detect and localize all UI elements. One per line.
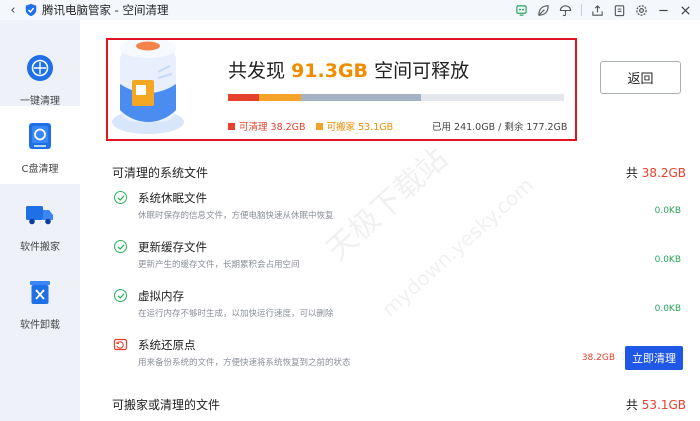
main-panel: 共发现 91.3GB 空间可释放 可清理 38.2GB 可搬家 53.1GB 已… bbox=[80, 20, 700, 421]
robot-icon[interactable] bbox=[513, 2, 530, 18]
sidebar-item-c-drive-clean[interactable]: C盘清理 bbox=[0, 106, 80, 184]
item-description: 休眠时保存的信息文件，方便电脑快速从休眠中恢复 bbox=[138, 211, 334, 221]
sidebar-item-software-move[interactable]: 软件搬家 bbox=[0, 184, 80, 262]
item-description: 用来备份系统的文件，方便快速将系统恢复到之前的状态 bbox=[138, 358, 351, 368]
usage-bar-segment bbox=[258, 94, 301, 101]
list-item-update-cache[interactable]: 更新缓存文件 更新产生的缓存文件，长期累积会占用空间 0.0KB bbox=[112, 240, 687, 286]
item-description: 在运行内存不够时生成，以加快运行速度，可以删除 bbox=[138, 309, 334, 319]
minimize-icon[interactable] bbox=[655, 2, 672, 18]
check-circle-icon bbox=[114, 240, 127, 253]
disk-usage-bar bbox=[228, 94, 564, 101]
back-arrow-icon[interactable]: ‹ bbox=[4, 3, 22, 18]
disk-usage-text: 已用 241.0GB / 剩余 177.2GB bbox=[432, 122, 568, 133]
hero-summary: 共发现 91.3GB 空间可释放 bbox=[228, 56, 469, 83]
sidebar: 一键清理 C盘清理 软件搬家 软件卸载 bbox=[0, 20, 80, 421]
legend-cleanable-label: 可清理 38.2GB bbox=[239, 122, 306, 133]
trash-bin-icon bbox=[24, 276, 56, 308]
item-size: 0.0KB bbox=[654, 304, 681, 314]
item-name: 系统休眠文件 bbox=[138, 191, 207, 205]
toolbar-divider bbox=[581, 4, 582, 16]
list-item-restore-point[interactable]: 系统还原点 用来备份系统的文件，方便快速将系统恢复到之前的状态 38.2GB 立… bbox=[112, 338, 687, 384]
usage-bar-segment bbox=[300, 94, 421, 101]
check-circle-icon bbox=[114, 191, 127, 204]
item-size: 0.0KB bbox=[654, 206, 681, 216]
sidebar-item-label: 软件卸载 bbox=[20, 320, 60, 331]
settings-gear-icon[interactable] bbox=[633, 2, 650, 18]
window-title: 腾讯电脑管家 - 空间清理 bbox=[42, 3, 169, 17]
legend-cleanable: 可清理 38.2GB bbox=[228, 119, 306, 133]
item-description: 更新产生的缓存文件，长期累积会占用空间 bbox=[138, 260, 300, 270]
releasable-amount: 91.3GB bbox=[291, 60, 369, 82]
one-click-clean-icon bbox=[24, 52, 56, 84]
section-system-files-title: 可清理的系统文件 bbox=[112, 166, 209, 180]
leaf-icon[interactable] bbox=[535, 2, 552, 18]
close-icon[interactable] bbox=[677, 2, 694, 18]
share-icon[interactable] bbox=[589, 2, 606, 18]
item-name: 系统还原点 bbox=[138, 338, 196, 352]
sidebar-item-one-click-clean[interactable]: 一键清理 bbox=[0, 38, 80, 116]
umbrella-icon[interactable] bbox=[557, 2, 574, 18]
legend-movable-label: 可搬家 53.1GB bbox=[326, 122, 394, 133]
clean-now-button[interactable]: 立即清理 bbox=[625, 346, 683, 370]
storage-drum-illustration bbox=[112, 38, 184, 134]
item-size: 0.0KB bbox=[654, 255, 681, 265]
movable-swatch bbox=[315, 122, 323, 130]
item-name: 更新缓存文件 bbox=[138, 240, 207, 254]
sidebar-item-label: C盘清理 bbox=[21, 164, 59, 175]
list-item-virtual-memory[interactable]: 虚拟内存 在运行内存不够时生成，以加快运行速度，可以删除 0.0KB bbox=[112, 289, 687, 335]
cleanable-swatch bbox=[228, 122, 235, 130]
section-total-prefix: 共 bbox=[625, 398, 638, 412]
tencent-shield-logo bbox=[25, 3, 37, 17]
sidebar-item-uninstall[interactable]: 软件卸载 bbox=[0, 262, 80, 340]
usage-legend: 可清理 38.2GB 可搬家 53.1GB bbox=[228, 119, 403, 133]
legend-movable: 可搬家 53.1GB bbox=[315, 119, 394, 133]
back-button[interactable]: 返回 bbox=[600, 61, 681, 94]
section-total-value: 38.2GB bbox=[641, 166, 686, 180]
usage-bar-segment bbox=[228, 94, 259, 101]
section-movable-files-title: 可搬家或清理的文件 bbox=[112, 398, 221, 412]
section-total-prefix: 共 bbox=[625, 166, 638, 180]
list-item-hibernation[interactable]: 系统休眠文件 休眠时保存的信息文件，方便电脑快速从休眠中恢复 0.0KB bbox=[112, 191, 687, 237]
moving-truck-icon bbox=[24, 198, 56, 230]
section-system-files-total: 共 38.2GB bbox=[626, 164, 686, 181]
title-bar: ‹ 腾讯电脑管家 - 空间清理 bbox=[0, 0, 700, 20]
item-size: 38.2GB bbox=[581, 353, 615, 363]
restore-point-icon bbox=[113, 337, 128, 356]
hero-prefix: 共发现 bbox=[228, 60, 286, 82]
clipboard-icon[interactable] bbox=[611, 2, 628, 18]
check-circle-icon bbox=[114, 289, 127, 302]
item-name: 虚拟内存 bbox=[138, 289, 184, 303]
c-drive-icon bbox=[24, 120, 56, 152]
hero-suffix: 空间可释放 bbox=[374, 60, 470, 82]
section-total-value: 53.1GB bbox=[641, 398, 686, 412]
sidebar-item-label: 软件搬家 bbox=[20, 242, 60, 253]
section-movable-files-total: 共 53.1GB bbox=[626, 396, 686, 413]
sidebar-item-label: 一键清理 bbox=[20, 96, 60, 107]
